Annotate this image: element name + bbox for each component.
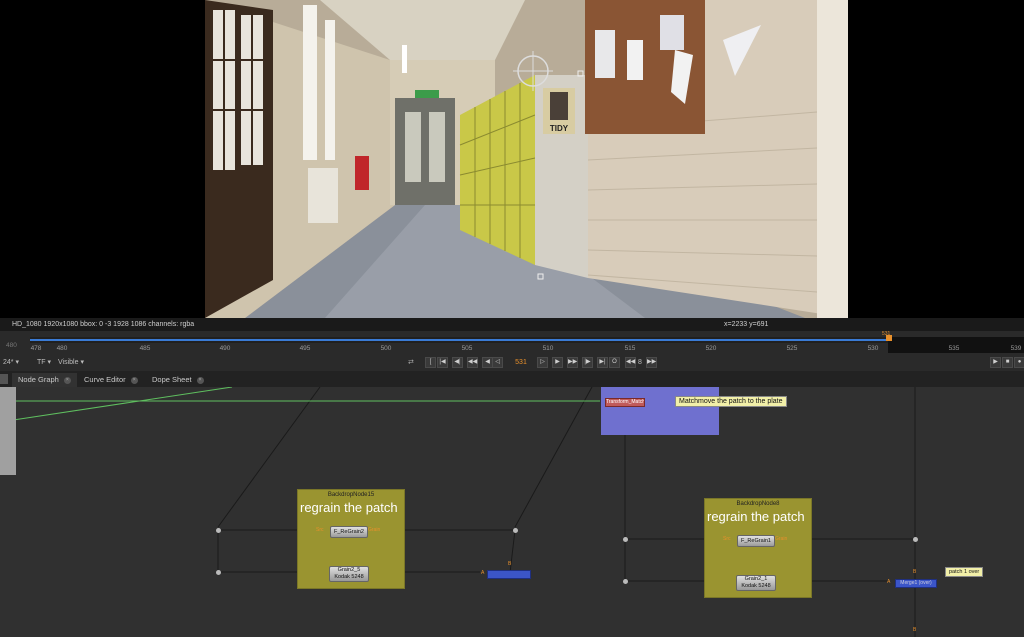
timeline[interactable]: 480 531 478 480 485 490 495 500 505 510 … (0, 331, 1024, 355)
dot-node[interactable] (913, 537, 918, 542)
dot-node[interactable] (623, 537, 628, 542)
prev-key-icon[interactable]: ◀| (452, 357, 463, 368)
tick-label: 510 (542, 345, 554, 352)
tab-curve-editor[interactable]: Curve Editor × (78, 373, 144, 387)
viewer-play-icon[interactable]: ▶ (990, 357, 1001, 368)
close-icon[interactable]: × (196, 376, 204, 384)
fps-value: 24* (3, 359, 14, 366)
tf-dropdown[interactable]: TF ▾ (37, 357, 51, 368)
next-frame-icon[interactable]: ▶ (552, 357, 563, 368)
tab-label: Curve Editor (84, 375, 126, 384)
range-dropdown[interactable]: Visible ▾ (58, 357, 84, 368)
backdrop-title: BackdropNode8 (736, 501, 780, 507)
in-point-button[interactable]: [ (425, 357, 436, 368)
grain-node[interactable]: Grain2_1 Kodak 5248 (736, 575, 776, 591)
close-icon[interactable]: × (130, 376, 138, 384)
grain-node-name: Grain2_5 (337, 567, 361, 573)
loop-icon[interactable]: O (609, 357, 620, 368)
close-icon[interactable]: × (63, 376, 71, 384)
tick-label: 535 (948, 345, 960, 352)
grain-node-name: Grain2_1 (744, 576, 768, 582)
viewer-info-bar: HD_1080 1920x1080 bbox: 0 -3 1928 1086 c… (0, 318, 1024, 331)
tick-label: 500 (380, 345, 392, 352)
tick-label: 525 (786, 345, 798, 352)
grain-node[interactable]: Grain2_5 Kodak 5248 (329, 566, 369, 582)
matchmove-tooltip: Matchmove the patch to the plate (675, 396, 787, 407)
fps-dropdown[interactable]: 24* ▾ (3, 357, 19, 368)
clipped-node[interactable] (0, 387, 16, 475)
playhead-frame: 531 (882, 331, 891, 337)
matchmove-node[interactable]: Transform_MatchMove1 (605, 398, 645, 407)
regrain-node[interactable]: F_ReGrain1 (737, 535, 775, 547)
merge-node[interactable] (487, 570, 531, 579)
regrain-node[interactable]: F_ReGrain2 (330, 526, 368, 538)
timeline-start-frame[interactable]: 480 (6, 342, 17, 349)
timeline-range-bar (30, 339, 888, 341)
backdrop-label: regrain the patch (707, 509, 805, 524)
grain-node-preset: Kodak 5248 (334, 574, 364, 580)
node-connections (0, 387, 916, 637)
step-forward-icon[interactable]: ▶▶ (646, 357, 657, 368)
tick-label: 520 (705, 345, 717, 352)
poster-text: TIDY (550, 124, 569, 133)
last-frame-icon[interactable]: ▶| (597, 357, 608, 368)
grain-node-preset: Kodak 5248 (741, 583, 771, 589)
current-frame-field[interactable]: 531 (511, 357, 531, 368)
viewer-record-icon[interactable]: ● (1014, 357, 1024, 368)
grain-input-label: Grain (775, 536, 788, 542)
play-forward-icon[interactable]: ▷ (537, 357, 548, 368)
play-backward-icon[interactable]: ◁ (492, 357, 503, 368)
prev-increment-icon[interactable]: ◀◀ (467, 357, 478, 368)
tick-label: 539 (1010, 345, 1022, 352)
format-info: HD_1080 1920x1080 bbox: 0 -3 1928 1086 c… (12, 321, 195, 328)
viewer-panel[interactable]: TIDY (0, 0, 1024, 318)
dot-node[interactable] (216, 570, 221, 575)
a-input-label: A (481, 570, 485, 576)
tick-label: 478 (30, 345, 42, 352)
dot-node[interactable] (513, 528, 518, 533)
b-input-label: B (913, 627, 917, 633)
viewer-stop-icon[interactable]: ■ (1002, 357, 1013, 368)
sync-icon[interactable]: ⇄ (408, 357, 414, 368)
tf-value: TF (37, 359, 46, 366)
hallway-image: TIDY (205, 0, 848, 318)
backdrop-title: BackdropNode15 (327, 492, 375, 498)
merge-tooltip: patch 1 over (945, 567, 984, 577)
tick-label: 505 (461, 345, 473, 352)
tab-node-graph[interactable]: Node Graph × (12, 373, 77, 387)
src-input-label: Src (723, 536, 731, 542)
panel-menu-icon[interactable] (0, 374, 8, 384)
cursor-coordinates: x=2233 y=691 (724, 321, 769, 328)
transport-controls: 24* ▾ TF ▾ Visible ▾ ⇄ [ |◀ ◀| ◀◀ ◀ ◁ 53… (0, 355, 1024, 371)
a-input-label: A (887, 579, 891, 585)
b-input-label: B (508, 561, 512, 567)
next-increment-icon[interactable]: ▶▶ (567, 357, 578, 368)
node-graph-canvas[interactable]: BackdropNode15 regrain the patch F_ReGra… (0, 387, 1024, 637)
viewer-image[interactable]: TIDY (205, 0, 848, 318)
frame-increment-field[interactable]: 8 (638, 357, 642, 368)
step-back-icon[interactable]: ◀◀ (625, 357, 636, 368)
grain-input-label: Grain (368, 527, 381, 533)
backdrop-label: regrain the patch (300, 500, 398, 515)
tab-dope-sheet[interactable]: Dope Sheet × (146, 373, 210, 387)
merge-node[interactable]: Merge1 (over) (895, 579, 937, 588)
dot-node[interactable] (623, 579, 628, 584)
tab-label: Dope Sheet (152, 375, 192, 384)
tick-label: 515 (624, 345, 636, 352)
dot-node[interactable] (216, 528, 221, 533)
tab-label: Node Graph (18, 375, 59, 384)
matchmove-backdrop[interactable] (601, 387, 719, 435)
next-key-icon[interactable]: |▶ (582, 357, 593, 368)
tick-label: 495 (299, 345, 311, 352)
tick-label: 490 (219, 345, 231, 352)
panel-tab-bar: Node Graph × Curve Editor × Dope Sheet × (0, 371, 1024, 388)
tick-label: 530 (867, 345, 879, 352)
b-input-label: B (913, 569, 917, 575)
range-value: Visible (58, 359, 79, 366)
src-input-label: Src (316, 527, 324, 533)
tick-label: 480 (56, 345, 68, 352)
first-frame-icon[interactable]: |◀ (437, 357, 448, 368)
tick-label: 485 (139, 345, 151, 352)
